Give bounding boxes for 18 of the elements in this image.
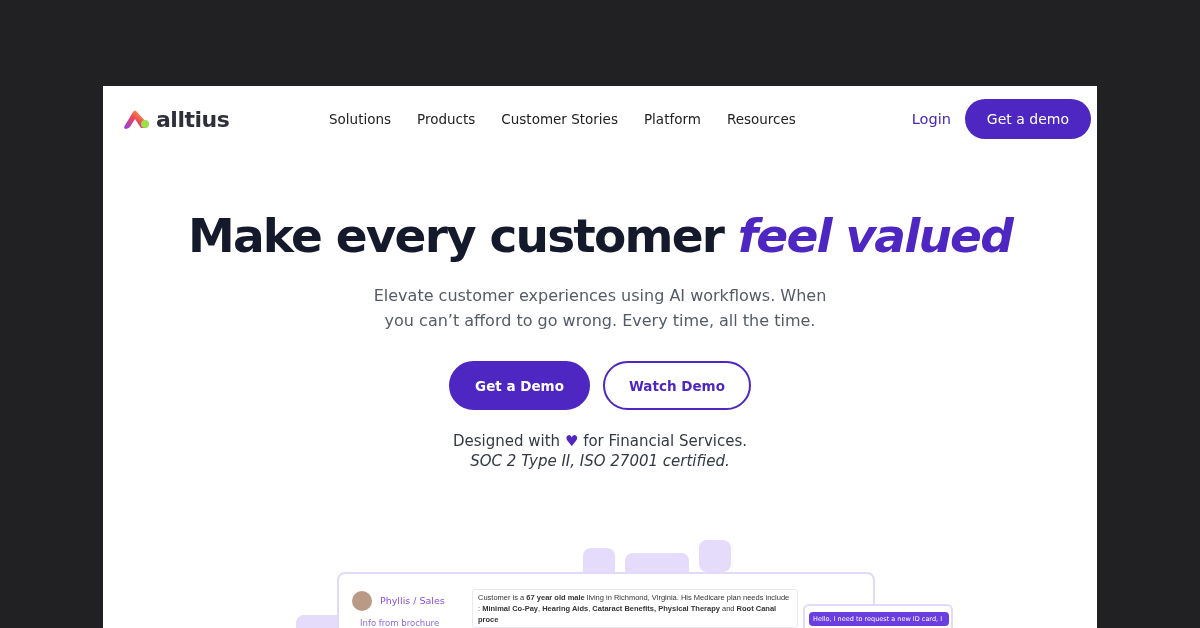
hero-title: Make every customer feel valued — [187, 208, 1013, 263]
nav-link[interactable]: Solutions — [329, 111, 392, 127]
get-demo-button[interactable]: Get a Demo — [449, 361, 590, 410]
avatar-icon — [352, 591, 372, 611]
tagline: Designed with ♥ for Financial Services. — [453, 432, 747, 450]
nav-link[interactable]: Customer Stories — [501, 111, 618, 127]
hero-subtitle: Elevate customer experiences using AI workflows. When you can’t afford to go wrong. Every time, all the time. — [372, 285, 828, 332]
agent-name: Phyllis / Sales — [380, 595, 445, 606]
certification-text: SOC 2 Type II, ISO 27001 certified. — [470, 452, 730, 470]
logo-text[interactable]: alltius — [156, 106, 230, 132]
nav-link[interactable]: Platform — [643, 111, 701, 127]
login-link[interactable]: Login — [911, 111, 951, 127]
nav-link[interactable]: Products — [417, 111, 476, 127]
get-demo-button[interactable]: Get a demo — [964, 99, 1091, 139]
nav-link[interactable]: Resources — [726, 111, 796, 127]
source-label: Info from brochure — [360, 618, 440, 628]
watch-demo-button[interactable]: Watch Demo — [602, 361, 751, 410]
logo-icon — [121, 108, 151, 130]
